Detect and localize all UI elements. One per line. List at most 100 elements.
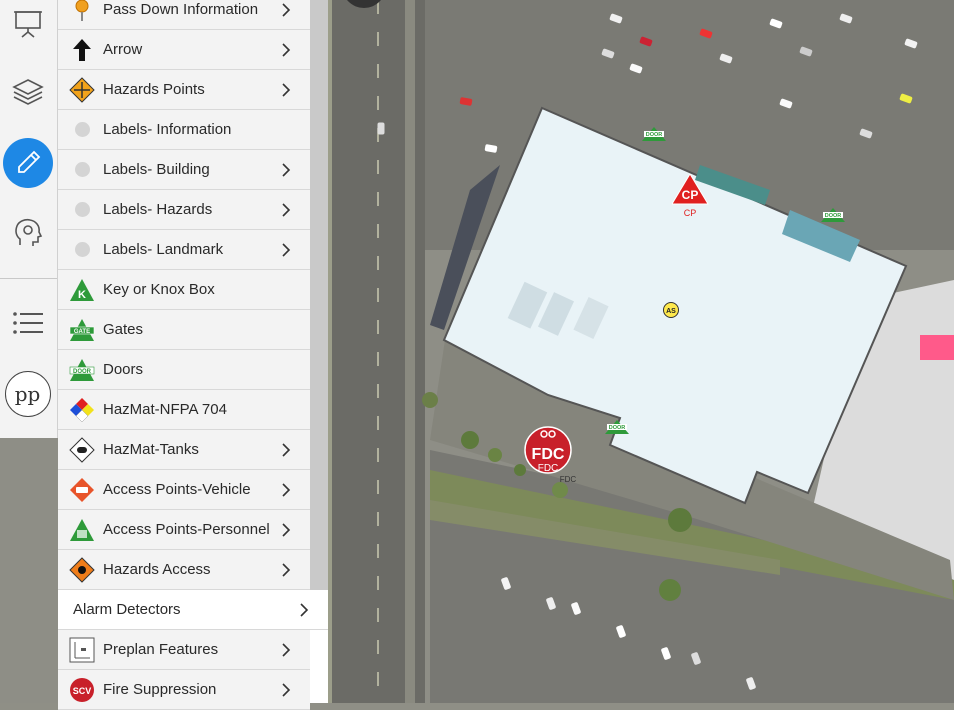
personnel-access-icon xyxy=(69,517,95,543)
menu-item-fire-suppression[interactable]: SCV Fire Suppression xyxy=(58,670,310,710)
menu-item-access-points-vehicle[interactable]: Access Points-Vehicle xyxy=(58,470,310,510)
fire-suppression-icon: SCV xyxy=(69,677,95,703)
door-marker[interactable]: DOOR xyxy=(642,127,666,143)
chevron-right-icon[interactable] xyxy=(278,482,294,498)
menu-item-access-points-personnel[interactable]: Access Points-Personnel xyxy=(58,510,310,550)
avatar: pp xyxy=(4,371,51,417)
menu-item-labels-landmark[interactable]: Labels- Landmark xyxy=(58,230,310,270)
menu-item-labels-building[interactable]: Labels- Building xyxy=(58,150,310,190)
menu-item-label: Labels- Hazards xyxy=(103,201,213,218)
menu-item-label: Hazards Access xyxy=(103,561,211,578)
cp-marker-label: CP xyxy=(682,188,699,202)
chevron-right-icon[interactable] xyxy=(278,682,294,698)
chevron-right-icon[interactable] xyxy=(278,522,294,538)
chevron-right-icon[interactable] xyxy=(278,442,294,458)
menu-item-label: HazMat-Tanks xyxy=(103,441,199,458)
fdc-marker-label: FDC xyxy=(532,446,565,463)
menu-item-labels-information[interactable]: Labels- Information xyxy=(58,110,310,150)
menu-item-pass-down-information[interactable]: Pass Down Information xyxy=(58,0,310,30)
gray-dot-icon xyxy=(69,237,95,263)
arrow-up-icon xyxy=(69,37,95,63)
menu-item-label: Alarm Detectors xyxy=(73,601,181,618)
layers-tool-button[interactable] xyxy=(0,64,55,120)
menu-item-hazmat-nfpa-704[interactable]: HazMat-NFPA 704 xyxy=(58,390,310,430)
menu-item-label: Key or Knox Box xyxy=(103,281,215,298)
menu-item-label: Arrow xyxy=(103,41,143,58)
chevron-right-icon[interactable] xyxy=(278,202,294,218)
menu-item-hazmat-tanks[interactable]: HazMat-Tanks xyxy=(58,430,310,470)
chevron-right-icon[interactable] xyxy=(278,162,294,178)
vehicle-access-icon xyxy=(69,477,95,503)
command-post-marker[interactable]: CP CP xyxy=(672,174,710,220)
as-marker-label: AS xyxy=(666,308,676,315)
menu-item-key-or-knox-box[interactable]: K Key or Knox Box xyxy=(58,270,310,310)
layers-icon xyxy=(11,79,44,105)
svg-text:GATE: GATE xyxy=(74,329,90,335)
menu-item-hazards-points[interactable]: Hazards Points xyxy=(58,70,310,110)
svg-text:SCV: SCV xyxy=(73,686,92,696)
tank-icon xyxy=(69,436,95,463)
chevron-right-icon[interactable] xyxy=(278,2,294,18)
presentation-icon xyxy=(13,11,42,38)
menu-item-label: Labels- Landmark xyxy=(103,241,224,258)
presentation-tool-button[interactable] xyxy=(0,0,55,51)
menu-item-label: Gates xyxy=(103,321,144,338)
head-tool-button[interactable] xyxy=(0,205,55,261)
menu-item-label: Hazards Points xyxy=(103,81,205,98)
menu-item-label: Preplan Features xyxy=(103,641,219,658)
chevron-right-icon[interactable] xyxy=(278,82,294,98)
head-gear-icon xyxy=(14,218,42,246)
draw-tool-button[interactable] xyxy=(0,135,55,191)
chevron-right-icon[interactable] xyxy=(296,602,312,618)
chevron-right-icon[interactable] xyxy=(278,642,294,658)
door-marker[interactable]: DOOR xyxy=(821,208,845,224)
svg-text:K: K xyxy=(78,289,86,301)
menu-item-label: Labels- Building xyxy=(103,161,210,178)
menu-item-gates[interactable]: GATE Gates xyxy=(58,310,310,350)
fdc-caption: FDC xyxy=(538,463,559,474)
menu-item-arrow[interactable]: Arrow xyxy=(58,30,310,70)
svg-text:DOOR: DOOR xyxy=(73,369,92,375)
door-marker[interactable]: DOOR xyxy=(605,420,629,436)
menu-item-preplan-features[interactable]: Preplan Features xyxy=(58,630,310,670)
map-pin-icon xyxy=(69,0,95,23)
menu-item-hazards-access[interactable]: Hazards Access xyxy=(58,550,310,590)
menu-item-label: Doors xyxy=(103,361,144,378)
gray-dot-icon xyxy=(69,157,95,183)
menu-item-label: Fire Suppression xyxy=(103,681,217,698)
menu-item-label: Access Points-Personnel xyxy=(103,521,270,538)
fdc-subcaption: FDC xyxy=(560,475,577,484)
list-icon xyxy=(12,312,43,334)
as-marker[interactable]: AS xyxy=(662,301,680,319)
hazard-access-icon xyxy=(69,556,95,583)
chevron-right-icon[interactable] xyxy=(278,42,294,58)
gray-dot-icon xyxy=(69,117,95,143)
door-marker-label: DOOR xyxy=(646,132,663,138)
menu-item-alarm-detectors[interactable]: Alarm Detectors xyxy=(58,590,328,630)
nfpa-diamond-icon xyxy=(69,397,95,423)
menu-scrollbar[interactable] xyxy=(310,0,328,590)
key-box-icon: K xyxy=(69,277,95,303)
user-avatar-button[interactable]: pp xyxy=(0,366,55,422)
fdc-marker[interactable]: FDC FDC FDC xyxy=(522,424,586,486)
menu-item-labels-hazards[interactable]: Labels- Hazards xyxy=(58,190,310,230)
door-marker-label: DOOR xyxy=(825,213,842,219)
chevron-right-icon[interactable] xyxy=(278,242,294,258)
preplan-feature-icon xyxy=(69,637,95,663)
gate-icon: GATE xyxy=(69,317,95,343)
hazard-diamond-icon xyxy=(69,76,95,103)
door-marker-label: DOOR xyxy=(609,425,626,431)
cp-caption: CP xyxy=(684,208,697,218)
menu-item-label: HazMat-NFPA 704 xyxy=(103,401,227,418)
door-icon: DOOR xyxy=(69,357,95,383)
menu-item-label: Access Points-Vehicle xyxy=(103,481,251,498)
parked-car xyxy=(377,122,385,135)
list-tool-button[interactable] xyxy=(0,295,55,351)
menu-item-label: Pass Down Information xyxy=(103,1,259,18)
gray-dot-icon xyxy=(69,197,95,223)
menu-item-doors[interactable]: DOOR Doors xyxy=(58,350,310,390)
menu-item-label: Labels- Information xyxy=(103,121,232,138)
pencil-icon xyxy=(17,150,40,173)
chevron-right-icon[interactable] xyxy=(278,562,294,578)
toolbar-divider xyxy=(0,278,57,279)
